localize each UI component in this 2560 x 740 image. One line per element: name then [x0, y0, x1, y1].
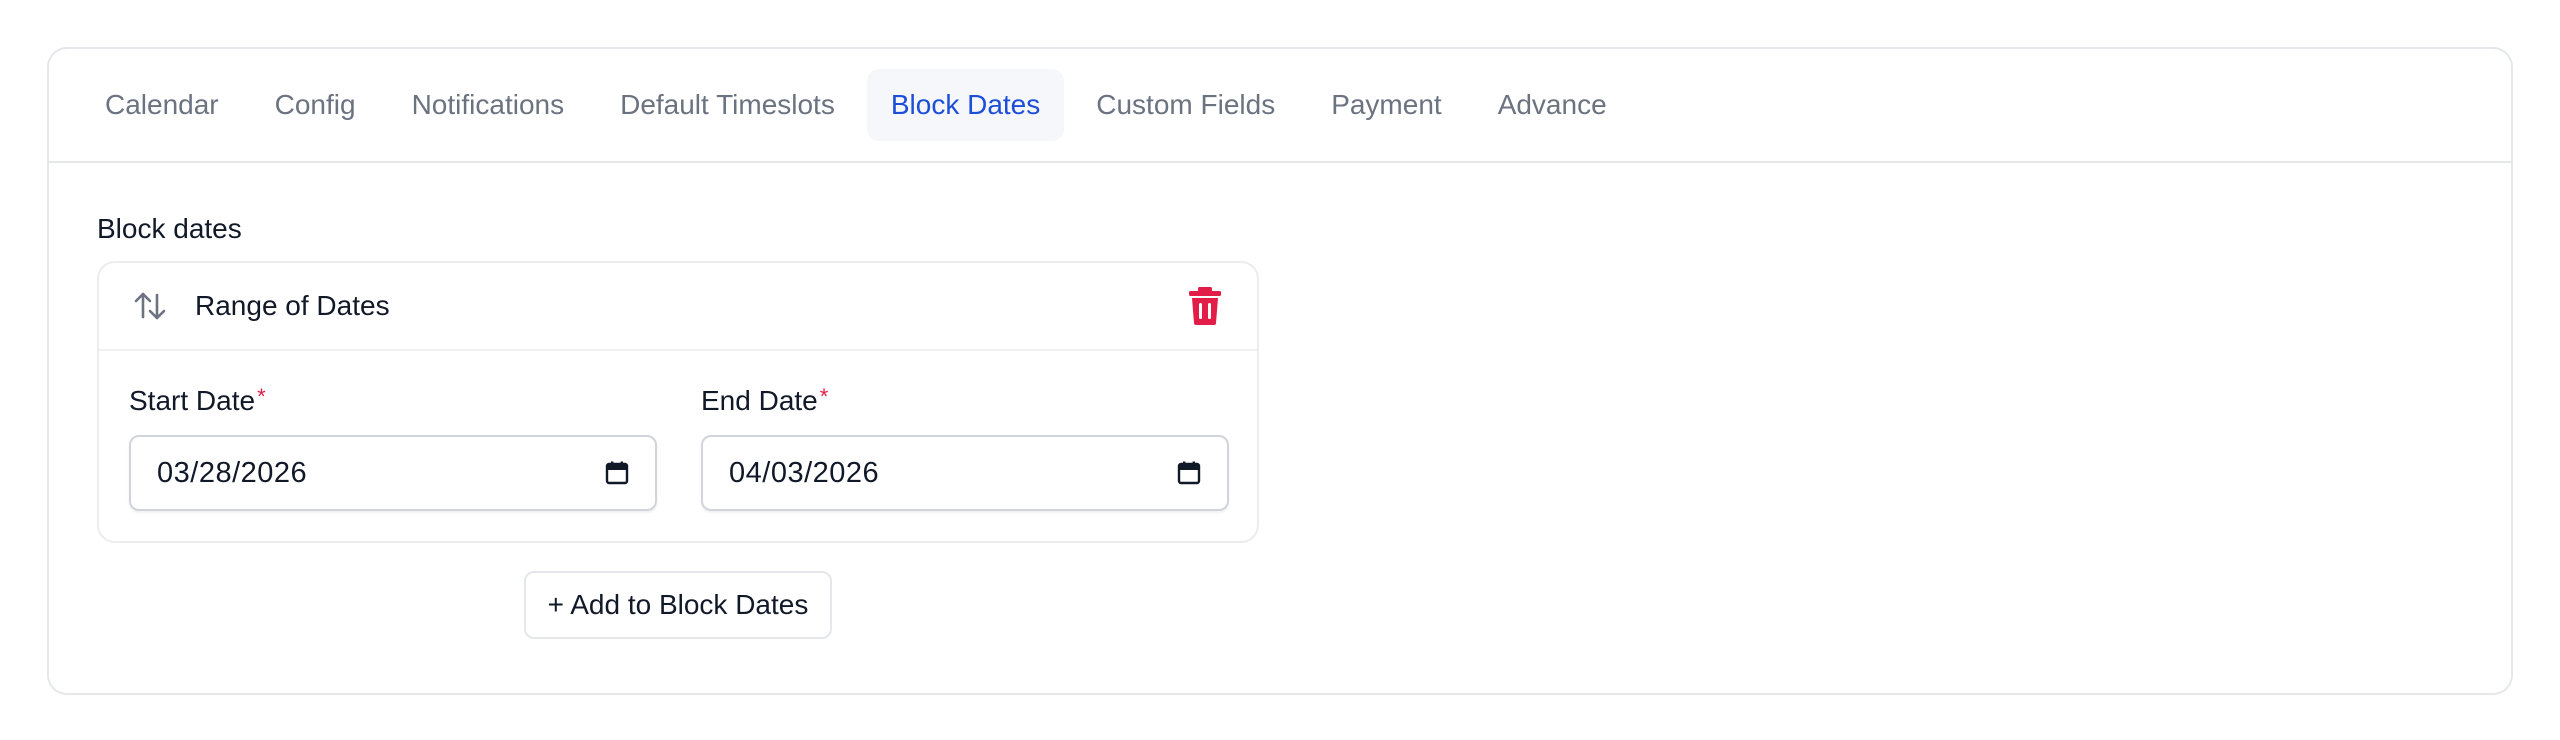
tab-block-dates[interactable]: Block Dates	[866, 69, 1065, 141]
tab-bar: Calendar Config Notifications Default Ti…	[49, 49, 2511, 163]
block-title: Range of Dates	[195, 290, 390, 321]
start-date-label: Start Date*	[129, 383, 657, 419]
section-label: Block dates	[97, 213, 242, 244]
end-date-input[interactable]: 04/03/2026	[701, 435, 1229, 511]
start-date-field: Start Date* 03/28/2026	[129, 383, 657, 511]
add-to-block-dates-button[interactable]: + Add to Block Dates	[523, 571, 833, 639]
sort-arrows-icon[interactable]	[131, 287, 169, 325]
date-range-block: Range of Dates Start Date* 03/28/2026 En…	[97, 261, 1259, 543]
trash-icon[interactable]	[1185, 286, 1225, 326]
start-date-label-text: Start Date	[129, 385, 256, 416]
tab-default-timeslots[interactable]: Default Timeslots	[596, 69, 859, 141]
end-date-field: End Date* 04/03/2026	[701, 383, 1229, 511]
start-date-value: 03/28/2026	[157, 456, 308, 489]
tab-custom-fields[interactable]: Custom Fields	[1072, 69, 1299, 141]
add-button-row: + Add to Block Dates	[97, 571, 1259, 639]
date-fields: Start Date* 03/28/2026 End Date* 04/03/2…	[99, 351, 1257, 541]
required-mark: *	[819, 384, 829, 409]
tab-advance[interactable]: Advance	[1474, 69, 1631, 141]
tab-calendar[interactable]: Calendar	[81, 69, 243, 141]
calendar-icon[interactable]	[603, 459, 631, 487]
end-date-value: 04/03/2026	[729, 456, 880, 489]
block-header: Range of Dates	[99, 263, 1257, 351]
calendar-icon[interactable]	[1175, 459, 1203, 487]
tab-config[interactable]: Config	[251, 69, 380, 141]
tab-payment[interactable]: Payment	[1307, 69, 1466, 141]
tab-notifications[interactable]: Notifications	[388, 69, 589, 141]
block-dates-panel: Block dates Range of Dates Start Date* 0…	[49, 163, 2511, 639]
start-date-input[interactable]: 03/28/2026	[129, 435, 657, 511]
end-date-label: End Date*	[701, 383, 1229, 419]
end-date-label-text: End Date	[701, 385, 818, 416]
settings-card: Calendar Config Notifications Default Ti…	[47, 47, 2513, 695]
required-mark: *	[257, 384, 266, 409]
